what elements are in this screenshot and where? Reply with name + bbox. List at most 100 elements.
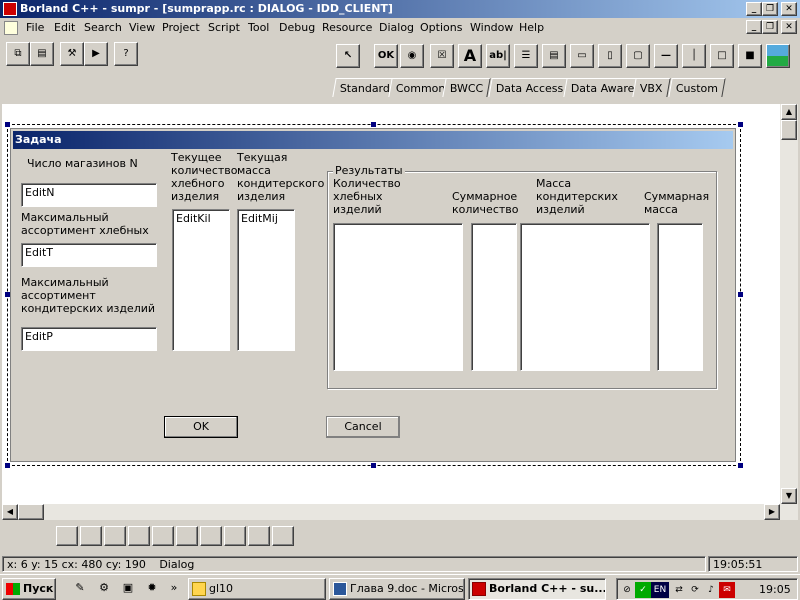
tray-shield-icon[interactable]: ⊘ xyxy=(619,582,635,598)
resize-handle-ne[interactable] xyxy=(738,122,743,127)
tray-update-icon[interactable]: ⟳ xyxy=(687,582,703,598)
tab-custom[interactable]: Custom xyxy=(668,78,726,97)
document-icon[interactable] xyxy=(4,21,18,35)
scroll-left-icon[interactable]: ◀ xyxy=(2,504,18,520)
same-height-icon[interactable] xyxy=(248,526,270,546)
align-top-icon[interactable] xyxy=(128,526,150,546)
same-width-icon[interactable] xyxy=(224,526,246,546)
align-left-icon[interactable] xyxy=(80,526,102,546)
menu-help[interactable]: Help xyxy=(519,21,544,34)
center-horizontal-icon[interactable] xyxy=(176,526,198,546)
scroll-right-icon[interactable]: ▶ xyxy=(764,504,780,520)
menu-dialog[interactable]: Dialog xyxy=(379,21,414,34)
group-box-icon[interactable]: ▢ xyxy=(626,44,650,68)
menu-search[interactable]: Search xyxy=(84,21,122,34)
edit-kil-list[interactable]: EditKil xyxy=(172,209,230,351)
push-button-icon[interactable]: OK xyxy=(374,44,398,68)
result-list-bread-count[interactable] xyxy=(333,223,463,371)
task-word-doc[interactable]: Глава 9.doc - Micros... xyxy=(329,578,465,600)
menu-edit[interactable]: Edit xyxy=(54,21,75,34)
menu-options[interactable]: Options xyxy=(420,21,462,34)
center-vertical-icon[interactable] xyxy=(200,526,222,546)
horizontal-line-icon[interactable]: — xyxy=(654,44,678,68)
tab-data-access[interactable]: Data Access xyxy=(488,78,572,97)
resize-handle-sw[interactable] xyxy=(5,463,10,468)
menu-debug[interactable]: Debug xyxy=(279,21,315,34)
horizontal-scrollbar[interactable]: ◀ ▶ xyxy=(2,504,780,520)
menu-view[interactable]: View xyxy=(129,21,155,34)
edit-n-field[interactable]: EditN xyxy=(21,183,157,207)
mdi-restore-button[interactable]: ❐ xyxy=(762,20,778,34)
dialog-title-bar[interactable]: Задача xyxy=(13,131,733,149)
resize-handle-se[interactable] xyxy=(738,463,743,468)
tab-data-aware[interactable]: Data Aware xyxy=(563,78,643,97)
static-text-icon[interactable]: A xyxy=(458,44,482,68)
scroll-down-icon[interactable]: ▼ xyxy=(781,488,797,504)
maximize-button[interactable]: ❐ xyxy=(762,2,778,16)
menu-script[interactable]: Script xyxy=(208,21,240,34)
task-gl10[interactable]: gl10 xyxy=(188,578,326,600)
task-borland[interactable]: Borland C++ - su... xyxy=(468,578,606,600)
vertical-scrollbar[interactable]: ▲ ▼ xyxy=(780,104,798,520)
align-tool-icon[interactable] xyxy=(56,526,78,546)
quicklaunch-tool-icon[interactable]: ⚙ xyxy=(96,580,112,596)
bitmap-icon[interactable] xyxy=(766,44,790,68)
mdi-minimize-button[interactable]: _ xyxy=(746,20,762,34)
window-title-bar[interactable]: Borland C++ - sumpr - [sumprapp.rc : DIA… xyxy=(0,0,800,18)
close-button[interactable]: ✕ xyxy=(781,2,797,16)
black-rect-icon[interactable]: ■ xyxy=(738,44,762,68)
menu-tool[interactable]: Tool xyxy=(248,21,269,34)
menu-file[interactable]: File xyxy=(26,21,44,34)
build-icon[interactable]: ⚒ xyxy=(60,42,84,66)
tray-lang-indicator[interactable]: EN xyxy=(651,582,669,598)
quicklaunch-pencil-icon[interactable]: ✎ xyxy=(72,580,88,596)
tray-app-icon[interactable]: ✉ xyxy=(719,582,735,598)
quicklaunch-more-icon[interactable]: » xyxy=(166,580,182,596)
checkbox-icon[interactable]: ☒ xyxy=(430,44,454,68)
pointer-icon[interactable]: ↖ xyxy=(336,44,360,68)
mdi-close-button[interactable]: ✕ xyxy=(781,20,797,34)
resize-handle-nw[interactable] xyxy=(5,122,10,127)
vertical-scrollbar-icon[interactable]: ▯ xyxy=(598,44,622,68)
copy-icon[interactable]: ⧉ xyxy=(6,42,30,66)
edit-p-field[interactable]: EditP xyxy=(21,327,157,351)
cancel-button[interactable]: Cancel xyxy=(326,416,400,438)
edit-mij-list[interactable]: EditMij xyxy=(237,209,295,351)
edit-t-field[interactable]: EditT xyxy=(21,243,157,267)
combobox-icon[interactable]: ▤ xyxy=(542,44,566,68)
result-list-total-count[interactable] xyxy=(471,223,517,371)
menu-window[interactable]: Window xyxy=(470,21,513,34)
start-button[interactable]: Пуск xyxy=(2,578,56,600)
result-list-confectionery-mass[interactable] xyxy=(520,223,650,371)
paste-icon[interactable]: ▤ xyxy=(30,42,54,66)
frame-icon[interactable]: □ xyxy=(710,44,734,68)
quicklaunch-package-icon[interactable]: ▣ xyxy=(120,580,136,596)
borland-app-icon[interactable] xyxy=(3,2,17,16)
tray-volume-icon[interactable]: ♪ xyxy=(703,582,719,598)
resize-handle-n[interactable] xyxy=(371,122,376,127)
quicklaunch-gear-icon[interactable]: ✹ xyxy=(144,580,160,596)
resize-handle-s[interactable] xyxy=(371,463,376,468)
ok-button[interactable]: OK xyxy=(164,416,238,438)
tray-antivirus-icon[interactable]: ✓ xyxy=(635,582,651,598)
same-size-icon[interactable] xyxy=(272,526,294,546)
listbox-icon[interactable]: ☰ xyxy=(514,44,538,68)
vertical-scroll-thumb[interactable] xyxy=(781,120,797,140)
tab-bwcc[interactable]: BWCC xyxy=(442,78,492,97)
menu-resource[interactable]: Resource xyxy=(322,21,372,34)
resize-handle-e[interactable] xyxy=(738,292,743,297)
run-icon[interactable]: ▶ xyxy=(84,42,108,66)
result-list-total-mass[interactable] xyxy=(657,223,703,371)
horizontal-scroll-thumb[interactable] xyxy=(18,504,44,520)
menu-project[interactable]: Project xyxy=(162,21,200,34)
help-query-icon[interactable]: ? xyxy=(114,42,138,66)
horizontal-scrollbar-icon[interactable]: ▭ xyxy=(570,44,594,68)
tab-vbx[interactable]: VBX xyxy=(632,78,671,97)
edit-text-icon[interactable]: ab| xyxy=(486,44,510,68)
radio-button-icon[interactable]: ◉ xyxy=(400,44,424,68)
align-right-icon[interactable] xyxy=(104,526,126,546)
scroll-up-icon[interactable]: ▲ xyxy=(781,104,797,120)
tray-network-icon[interactable]: ⇄ xyxy=(671,582,687,598)
align-bottom-icon[interactable] xyxy=(152,526,174,546)
designed-dialog[interactable]: Задача Число магазинов N EditN Максималь… xyxy=(10,128,736,462)
